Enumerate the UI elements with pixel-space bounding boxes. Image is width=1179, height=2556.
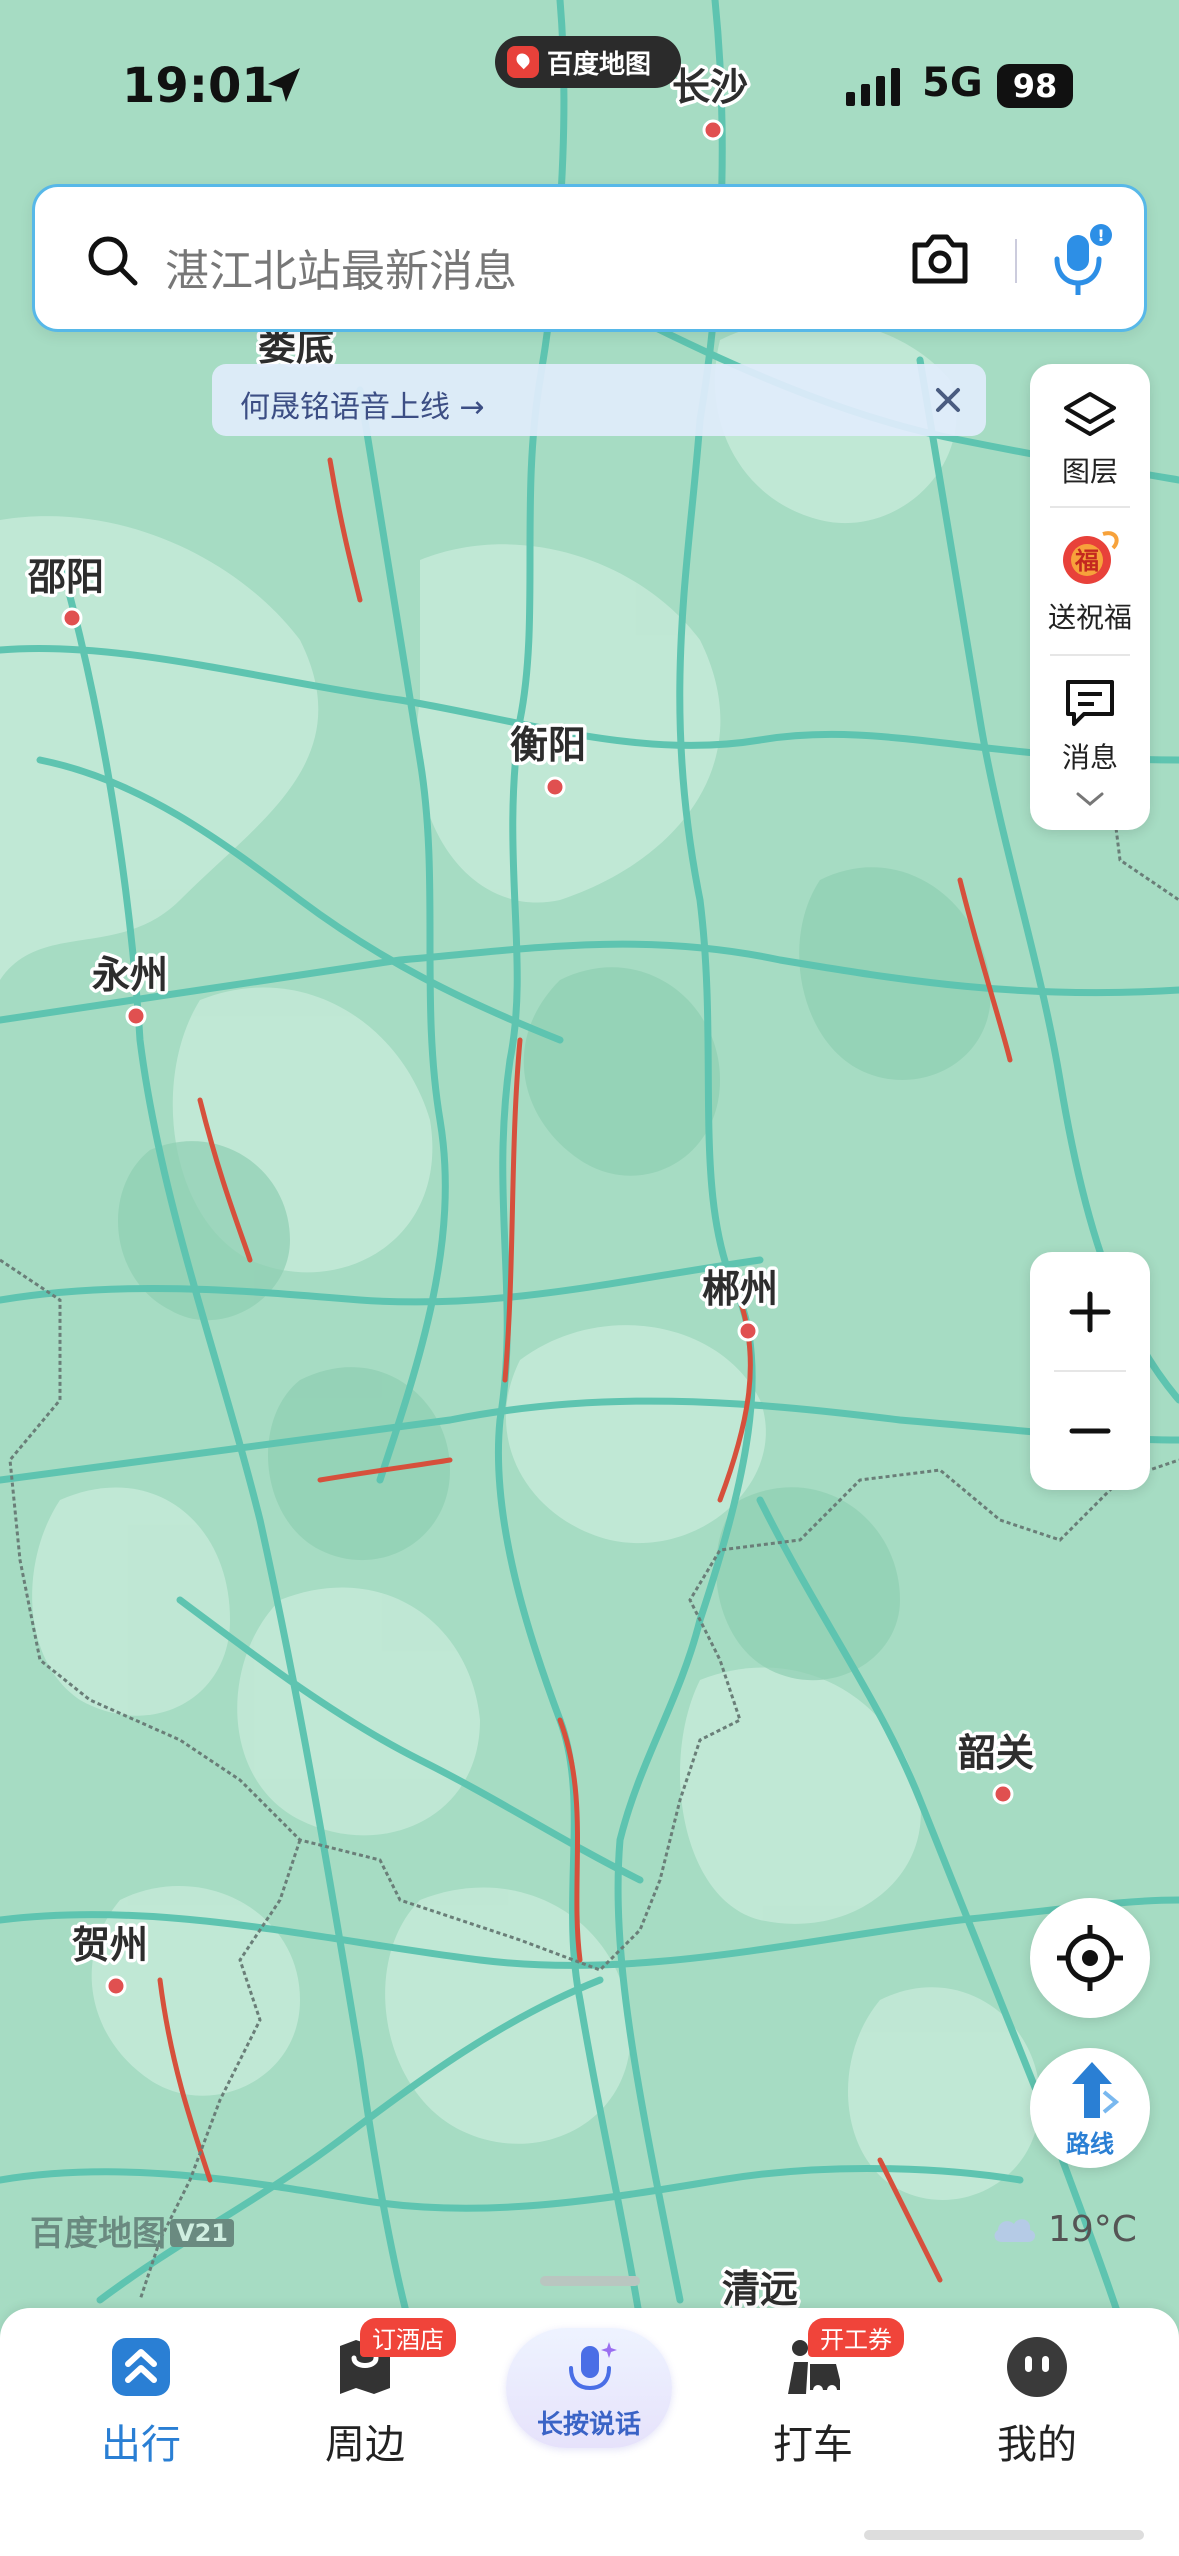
nav-label-taxi: 打车 xyxy=(773,2422,853,2468)
hold-to-talk-button[interactable]: 长按说话 xyxy=(506,2328,672,2448)
nav-label-profile: 我的 xyxy=(997,2422,1077,2468)
close-icon[interactable] xyxy=(928,380,968,420)
layers-icon xyxy=(1064,392,1116,436)
status-bar: 19:01 百度地图 5G 98 xyxy=(0,0,1179,170)
panel-divider xyxy=(1050,654,1130,656)
layers-label: 图层 xyxy=(1061,455,1118,488)
nav-label-nearby: 周边 xyxy=(325,2422,405,2468)
chevron-down-icon[interactable] xyxy=(1074,788,1106,810)
blessing-icon: 福 xyxy=(1063,531,1119,584)
profile-icon xyxy=(1004,2334,1070,2400)
app-return-pill[interactable]: 百度地图 xyxy=(495,36,681,88)
search-icon xyxy=(88,236,138,286)
cloud-icon xyxy=(994,2219,1036,2242)
message-icon xyxy=(1066,680,1114,726)
city-label-yongzhou[interactable]: 永州 xyxy=(89,950,172,1001)
city-label-shaoyang[interactable]: 邵阳 xyxy=(24,552,108,603)
voice-search-icon[interactable]: ! xyxy=(1045,221,1115,301)
voice-assistant-icon xyxy=(569,2342,617,2391)
banner-text[interactable]: 何晟铭语音上线 → xyxy=(240,382,485,426)
search-divider xyxy=(1015,239,1017,283)
home-indicator xyxy=(864,2530,1144,2540)
drawer-handle[interactable] xyxy=(540,2276,640,2286)
search-bar[interactable]: 湛江北站最新消息 ! xyxy=(32,184,1147,332)
city-label-shaoguan[interactable]: 韶关 xyxy=(955,1728,1038,1779)
watermark-version: V21 xyxy=(170,2219,234,2247)
plus-icon xyxy=(1069,1291,1111,1332)
zoom-in-button[interactable] xyxy=(1030,1252,1150,1371)
nav-label-voice: 长按说话 xyxy=(536,2410,641,2440)
temperature: 19°C xyxy=(1048,2208,1137,2250)
hotel-badge: 订酒店 xyxy=(360,2318,456,2357)
map-watermark: 百度地图 V21 xyxy=(30,2206,234,2255)
svg-text:!: ! xyxy=(1097,226,1104,245)
zoom-out-button[interactable] xyxy=(1030,1371,1150,1490)
network-type: 5G xyxy=(922,60,983,106)
blessing-button[interactable]: 福 送祝福 xyxy=(1030,524,1150,636)
cellular-signal-icon xyxy=(846,66,900,106)
travel-icon xyxy=(108,2334,174,2400)
battery-indicator: 98 xyxy=(997,64,1073,108)
zoom-controls xyxy=(1030,1252,1150,1490)
panel-divider xyxy=(1050,506,1130,508)
bottom-navigation: 出行 周边 订酒店 长按说话 打车 开工券 我的 xyxy=(0,2308,1179,2556)
route-button[interactable]: 路线 xyxy=(1030,2048,1150,2168)
layers-button[interactable]: 图层 xyxy=(1030,388,1150,490)
blessing-label: 送祝福 xyxy=(1047,601,1132,634)
location-arrow-icon xyxy=(268,68,300,102)
watermark-brand: 百度地图 xyxy=(30,2214,166,2254)
crosshair-icon xyxy=(1057,1925,1123,1991)
nav-nearby[interactable]: 周边 订酒店 xyxy=(280,2318,456,2470)
route-arrow-icon xyxy=(1072,2062,1120,2118)
nav-label-travel: 出行 xyxy=(101,2422,181,2468)
city-label-hezhou[interactable]: 贺州 xyxy=(69,1920,152,1971)
nav-travel[interactable]: 出行 xyxy=(56,2334,226,2470)
locate-me-button[interactable] xyxy=(1030,1898,1150,2018)
app-pill-label: 百度地图 xyxy=(547,49,652,80)
svg-text:福: 福 xyxy=(1074,547,1099,575)
route-label: 路线 xyxy=(1066,2130,1114,2158)
city-label-hengyang[interactable]: 衡阳 xyxy=(507,720,590,771)
voice-promo-banner[interactable]: 何晟铭语音上线 → xyxy=(212,364,986,436)
city-label-chenzhou[interactable]: 郴州 xyxy=(699,1264,782,1315)
messages-label: 消息 xyxy=(1061,741,1118,774)
baidu-map-logo-icon xyxy=(507,46,539,78)
weather-widget[interactable]: 19°C xyxy=(990,2204,1137,2254)
camera-icon[interactable] xyxy=(907,229,973,289)
nav-taxi[interactable]: 打车 开工券 xyxy=(728,2318,904,2470)
map-tools-panel: 图层 福 送祝福 消息 xyxy=(1030,364,1150,830)
search-input[interactable]: 湛江北站最新消息 xyxy=(165,235,517,299)
city-label-qingyuan[interactable]: 清远 xyxy=(719,2264,802,2315)
status-time: 19:01 xyxy=(122,58,275,114)
messages-button[interactable]: 消息 xyxy=(1030,674,1150,776)
coupon-badge: 开工券 xyxy=(808,2318,904,2357)
minus-icon xyxy=(1069,1428,1111,1433)
nav-profile[interactable]: 我的 xyxy=(952,2334,1122,2470)
